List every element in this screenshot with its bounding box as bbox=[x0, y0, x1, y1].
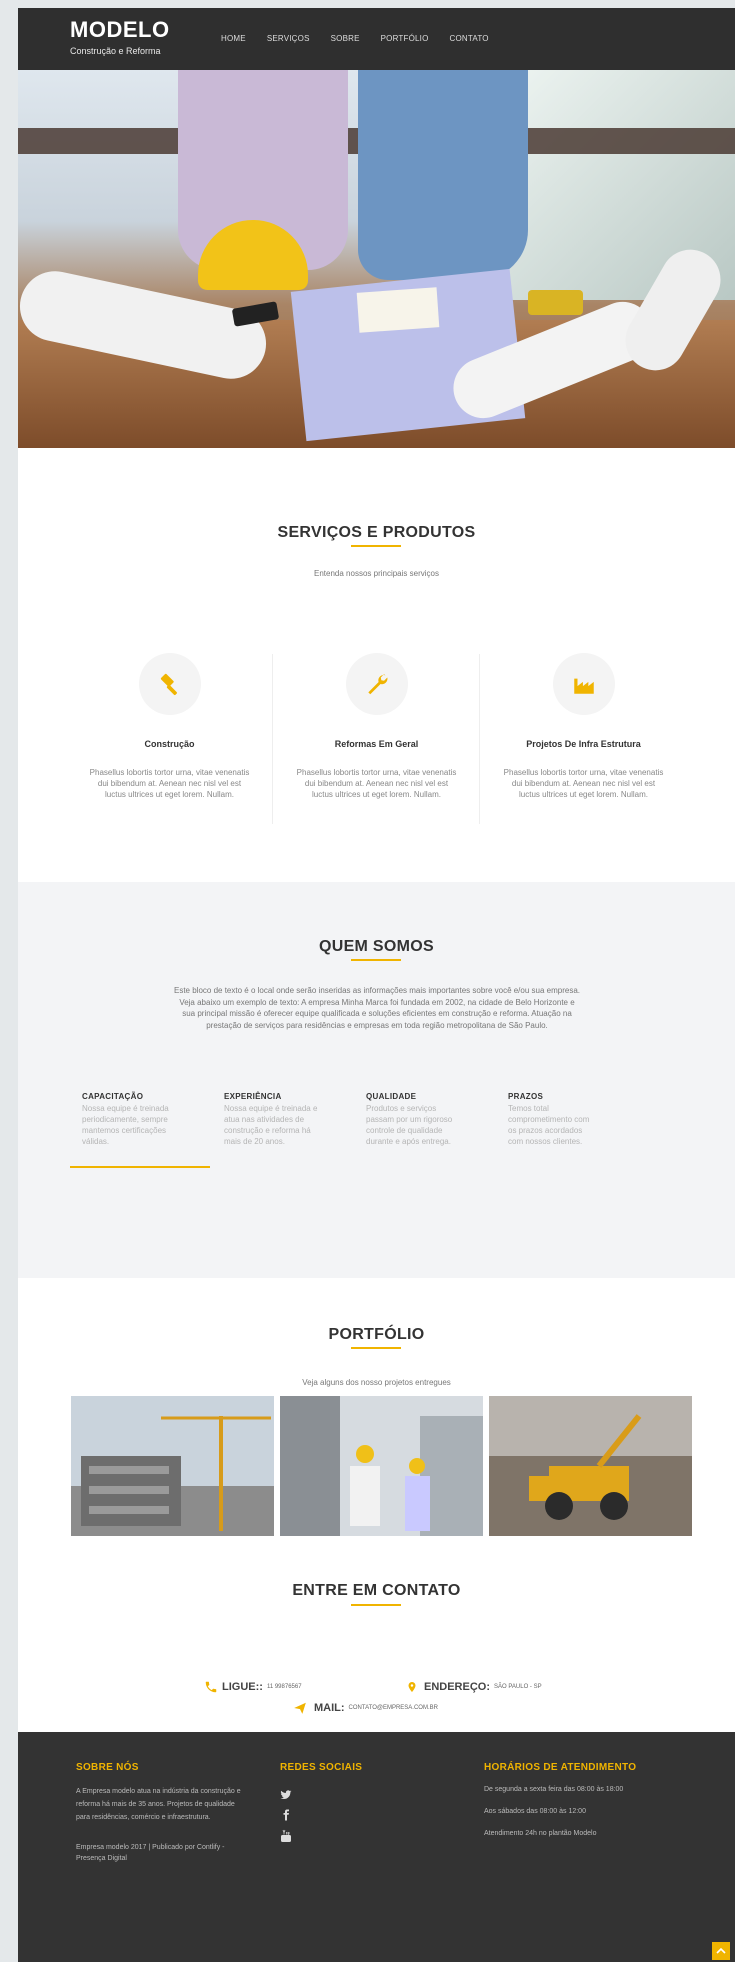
portfolio-title-underline bbox=[351, 1347, 401, 1349]
services-title: SERVIÇOS E PRODUTOS bbox=[277, 524, 476, 541]
site-header: MODELO Construção e Reforma HOME SERVIÇO… bbox=[18, 8, 735, 70]
footer-hours-list: De segunda a sexta feira das 08:00 às 18… bbox=[484, 1779, 684, 1845]
scroll-to-top-button[interactable] bbox=[712, 1942, 730, 1960]
service-title: Construção bbox=[144, 739, 195, 749]
service-card: Projetos De Infra Estrutura Phasellus lo… bbox=[481, 653, 686, 800]
portfolio-mining-truck-image bbox=[489, 1396, 692, 1536]
feature-title: EXPERIÊNCIA bbox=[224, 1092, 282, 1101]
service-desc: Phasellus lobortis tortor urna, vitae ve… bbox=[296, 768, 457, 799]
footer-about-title: SOBRE NÓS bbox=[76, 1762, 139, 1773]
footer-hours-title: HORÁRIOS DE ATENDIMENTO bbox=[484, 1762, 637, 1773]
service-icon-circle bbox=[552, 653, 615, 715]
about-title: QUEM SOMOS bbox=[318, 938, 434, 955]
feature-experiencia: EXPERIÊNCIA Nossa equipe é treinada e at… bbox=[224, 1092, 334, 1147]
hero-notebook bbox=[356, 287, 440, 333]
footer-social-title: REDES SOCIAIS bbox=[280, 1762, 363, 1773]
about-section: QUEM SOMOS Este bloco de texto é o local… bbox=[18, 882, 735, 1278]
phone-icon bbox=[205, 1681, 217, 1693]
contact-address-label: ENDEREÇO: bbox=[424, 1681, 491, 1693]
feature-text: Nossa equipe é treinada e atua nas ativi… bbox=[224, 1104, 318, 1146]
service-icon-circle bbox=[345, 653, 408, 715]
portfolio-engineers-image bbox=[280, 1396, 483, 1536]
footer-hours: HORÁRIOS DE ATENDIMENTO De segunda a sex… bbox=[484, 1762, 684, 1845]
contact-address: ENDEREÇO: SÃO PAULO - SP bbox=[406, 1680, 542, 1694]
portfolio-item[interactable] bbox=[489, 1396, 692, 1536]
services-subtitle: Entenda nossos principais serviços bbox=[314, 569, 439, 578]
social-links bbox=[280, 1789, 430, 1843]
hammer-icon bbox=[160, 673, 177, 696]
footer-credit[interactable]: Empresa modelo 2017 | Publicado por Cont… bbox=[76, 1842, 246, 1864]
feature-prazos: PRAZOS Temos total comprometimento com o… bbox=[508, 1092, 618, 1147]
feature-text: Temos total comprometimento com os prazo… bbox=[508, 1104, 590, 1146]
nav-portfolio[interactable]: PORTFÓLIO bbox=[381, 34, 429, 43]
feature-title: PRAZOS bbox=[508, 1092, 544, 1101]
feature-text: Nossa equipe é treinada periodicamente, … bbox=[82, 1104, 169, 1146]
contact-mail-value: CONTATO@EMPRESA.COM.BR bbox=[348, 1705, 438, 1711]
contact-phone[interactable]: LIGUE:: 11 99876567 bbox=[204, 1680, 302, 1694]
facebook-icon[interactable] bbox=[280, 1809, 292, 1821]
portfolio-title: PORTFÓLIO bbox=[328, 1326, 425, 1343]
service-title: Reformas Em Geral bbox=[334, 739, 419, 749]
chevron-up-icon bbox=[716, 1947, 726, 1954]
twitter-icon[interactable] bbox=[280, 1789, 292, 1801]
hero-tape-measure bbox=[528, 290, 583, 315]
footer-about-text: A Empresa modelo atua na indústria da co… bbox=[76, 1788, 241, 1821]
services-title-underline bbox=[351, 545, 401, 547]
contact-mail-label: MAIL: bbox=[314, 1702, 345, 1714]
about-text: Este bloco de texto é o local onde serão… bbox=[174, 986, 580, 1030]
feature-qualidade: QUALIDADE Produtos e serviços passam por… bbox=[366, 1092, 476, 1147]
map-pin-icon bbox=[408, 1682, 416, 1692]
nav-sobre[interactable]: SOBRE bbox=[331, 34, 360, 43]
footer-social: REDES SOCIAIS bbox=[280, 1762, 430, 1843]
youtube-icon[interactable] bbox=[280, 1829, 292, 1843]
service-icon-circle bbox=[138, 653, 201, 715]
contact-phone-value: 11 99876567 bbox=[266, 1684, 302, 1690]
service-desc: Phasellus lobortis tortor urna, vitae ve… bbox=[89, 768, 250, 799]
footer-about: SOBRE NÓS A Empresa modelo atua na indús… bbox=[76, 1762, 246, 1864]
hero-image bbox=[18, 70, 735, 448]
feature-title: CAPACITAÇÃO bbox=[82, 1092, 144, 1101]
site-footer: SOBRE NÓS A Empresa modelo atua na indús… bbox=[18, 1732, 735, 1962]
footer-hours-item: Aos sábados das 08:00 às 12:00 bbox=[484, 1808, 586, 1815]
nav-contato[interactable]: CONTATO bbox=[450, 34, 489, 43]
page: MODELO Construção e Reforma HOME SERVIÇO… bbox=[18, 8, 735, 1962]
footer-hours-item: De segunda a sexta feira das 08:00 às 18… bbox=[484, 1786, 624, 1793]
portfolio-item[interactable] bbox=[71, 1396, 274, 1536]
main-nav: HOME SERVIÇOS SOBRE PORTFÓLIO CONTATO bbox=[221, 34, 510, 43]
nav-home[interactable]: HOME bbox=[221, 34, 246, 43]
feature-active-indicator bbox=[70, 1166, 210, 1168]
brand-logo[interactable]: MODELO Construção e Reforma bbox=[70, 17, 170, 57]
portfolio-construction-image bbox=[71, 1396, 274, 1536]
brand-title: MODELO bbox=[70, 17, 170, 42]
service-card: Reformas Em Geral Phasellus lobortis tor… bbox=[274, 653, 479, 800]
factory-icon bbox=[573, 678, 594, 694]
portfolio-item[interactable] bbox=[280, 1396, 483, 1536]
contact-title-underline bbox=[351, 1604, 401, 1606]
paper-plane-icon bbox=[294, 1702, 306, 1714]
feature-capacitacao: CAPACITAÇÃO Nossa equipe é treinada peri… bbox=[82, 1092, 192, 1147]
wrench-icon bbox=[367, 674, 387, 695]
service-divider bbox=[272, 654, 273, 824]
footer-hours-item: Atendimento 24h no plantão Modelo bbox=[484, 1830, 597, 1837]
hero-person-right bbox=[358, 70, 528, 280]
service-card: Construção Phasellus lobortis tortor urn… bbox=[67, 653, 272, 800]
contact-title: ENTRE EM CONTATO bbox=[292, 1582, 461, 1599]
brand-subtitle: Construção e Reforma bbox=[70, 46, 161, 56]
portfolio-subtitle: Veja alguns dos nosso projetos entregues bbox=[302, 1378, 451, 1387]
feature-title: QUALIDADE bbox=[366, 1092, 417, 1101]
nav-servicos[interactable]: SERVIÇOS bbox=[267, 34, 310, 43]
service-divider bbox=[479, 654, 480, 824]
contact-mail[interactable]: MAIL: CONTATO@EMPRESA.COM.BR bbox=[292, 1701, 438, 1715]
about-title-underline bbox=[351, 959, 401, 961]
contact-phone-label: LIGUE:: bbox=[222, 1681, 263, 1693]
service-desc: Phasellus lobortis tortor urna, vitae ve… bbox=[503, 768, 664, 799]
contact-address-value: SÃO PAULO - SP bbox=[494, 1684, 542, 1690]
service-title: Projetos De Infra Estrutura bbox=[526, 739, 641, 749]
feature-text: Produtos e serviços passam por um rigoro… bbox=[366, 1104, 453, 1146]
